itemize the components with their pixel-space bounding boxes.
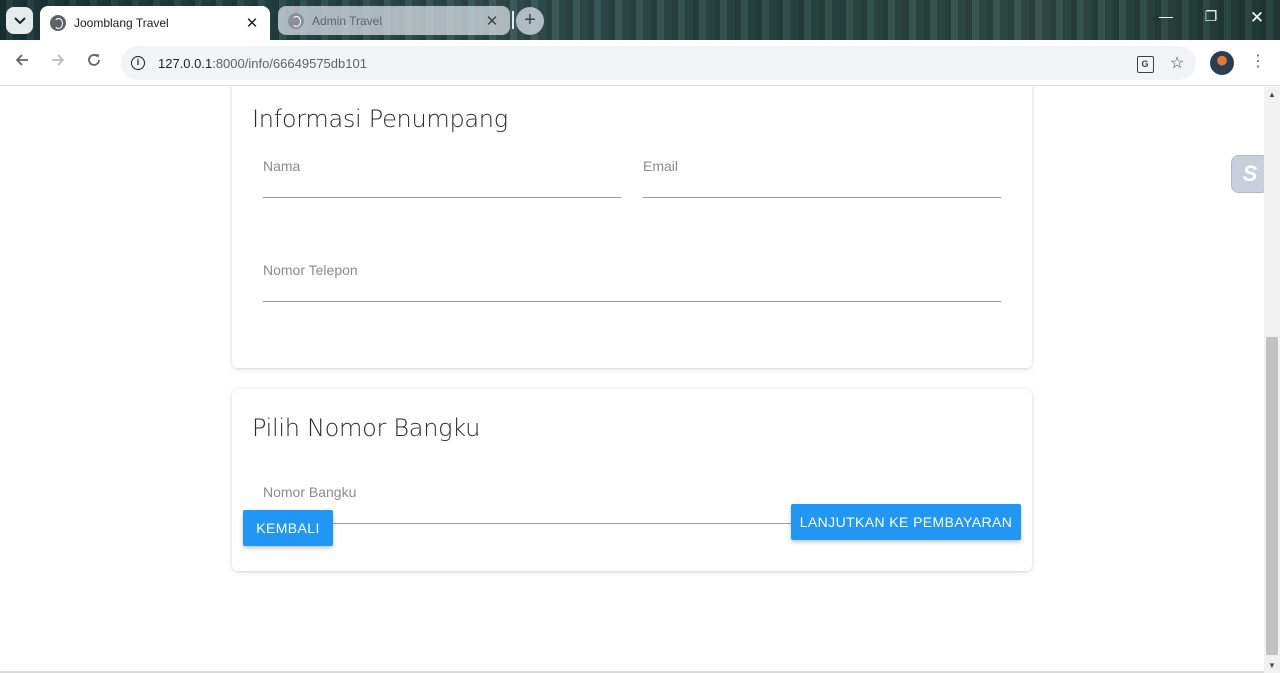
tab-title: Admin Travel <box>312 13 383 28</box>
address-bar[interactable]: i 127.0.0.1:8000/info/66649575db101 G ☆ <box>121 46 1196 80</box>
browser-tab-strip: Joomblang Travel ✕ Admin Travel ✕ + — ❐ … <box>0 0 1280 40</box>
window-close-icon[interactable]: ✕ <box>1245 8 1269 28</box>
scroll-down-arrow-icon[interactable]: ▼ <box>1268 661 1276 670</box>
name-input[interactable] <box>263 158 621 188</box>
url-path: :8000/info/66649575db101 <box>212 55 367 71</box>
url-host: 127.0.0.1 <box>158 55 213 71</box>
globe-icon <box>50 15 66 31</box>
passenger-info-card: Informasi Penumpang Nama Email Nomor Tel… <box>232 87 1032 368</box>
scroll-up-arrow-icon[interactable]: ▲ <box>1268 90 1276 99</box>
url-text[interactable]: 127.0.0.1:8000/info/66649575db101 <box>158 56 1132 71</box>
passenger-card-title: Informasi Penumpang <box>252 105 508 133</box>
more-menu-icon[interactable]: ⋮ <box>1250 52 1266 72</box>
name-field[interactable]: Nama <box>263 158 621 198</box>
email-input[interactable] <box>643 158 1001 188</box>
seat-selection-card: Pilih Nomor Bangku Nomor Bangku <box>232 389 1032 571</box>
forward-arrow-icon[interactable] <box>47 52 69 74</box>
vertical-scrollbar[interactable]: ▲ ▼ <box>1264 87 1280 673</box>
tab-separator <box>512 11 514 29</box>
chevron-down-icon <box>13 16 26 24</box>
reload-icon[interactable] <box>83 52 105 74</box>
globe-icon <box>288 12 304 29</box>
bookmark-star-icon[interactable]: ☆ <box>1164 53 1190 73</box>
back-button[interactable]: KEMBALI <box>243 510 333 546</box>
close-icon[interactable]: ✕ <box>484 12 500 30</box>
tab-joomblang-travel[interactable]: Joomblang Travel ✕ <box>40 6 270 40</box>
tab-admin-travel[interactable]: Admin Travel ✕ <box>278 6 510 35</box>
continue-to-payment-button[interactable]: LANJUTKAN KE PEMBAYARAN <box>791 504 1021 540</box>
seat-card-title: Pilih Nomor Bangku <box>252 414 480 442</box>
tab-search-button[interactable] <box>6 7 33 34</box>
scrollbar-thumb[interactable] <box>1266 337 1278 655</box>
page-viewport: Informasi Penumpang Nama Email Nomor Tel… <box>0 87 1264 673</box>
phone-field[interactable]: Nomor Telepon <box>263 262 1001 302</box>
email-field[interactable]: Email <box>643 158 1001 198</box>
back-arrow-icon[interactable] <box>11 52 33 74</box>
close-icon[interactable]: ✕ <box>244 14 260 32</box>
tab-title: Joomblang Travel <box>74 16 169 30</box>
profile-avatar[interactable] <box>1210 51 1234 75</box>
minimize-icon[interactable]: — <box>1154 8 1178 24</box>
site-info-icon[interactable]: i <box>126 51 150 75</box>
translate-icon[interactable]: G <box>1132 54 1158 73</box>
browser-toolbar: i 127.0.0.1:8000/info/66649575db101 G ☆ … <box>0 40 1280 86</box>
new-tab-button[interactable]: + <box>516 7 544 35</box>
phone-input[interactable] <box>263 262 1001 292</box>
restore-icon[interactable]: ❐ <box>1199 8 1223 25</box>
